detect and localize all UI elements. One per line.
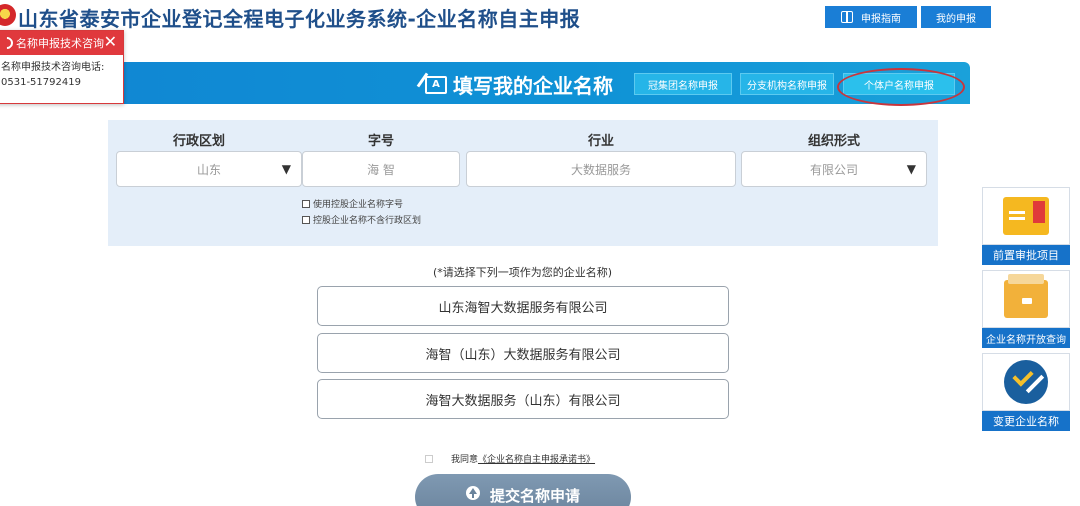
submit-label: 提交名称申请 (489, 488, 580, 505)
drawer-icon (1004, 274, 1048, 318)
name-select-hint: (*请选择下列一项作为您的企业名称) (432, 266, 613, 279)
side-item-label: 变更企业名称 (993, 415, 1059, 428)
trade-name-input[interactable]: 海 智 (302, 151, 460, 187)
dropdown-arrow-icon: ▼ (906, 162, 916, 176)
banner-title-text: 填写我的企业名称 (453, 74, 613, 98)
consult-popup-header: 名称申报技术咨询 ✕ (0, 31, 123, 55)
consult-popup-body: 名称申报技术咨询电话: 0531-51792419 (0, 55, 123, 90)
org-form-header: 组织形式 (807, 134, 860, 149)
trade-name-value: 海 智 (367, 162, 395, 177)
consult-line: 名称申报技术咨询电话: (1, 62, 105, 73)
industry-value: 大数据服务 (570, 162, 631, 177)
book-icon (841, 11, 853, 23)
banner-title: A 填写我的企业名称 (425, 70, 613, 99)
tab-branch-name[interactable]: 分支机构名称申报 (740, 73, 834, 95)
agreement-row: 我同意 《企业名称自主申报承诺书》 (425, 452, 595, 465)
signal-icon (0, 34, 16, 52)
banner: A 填写我的企业名称 冠集团名称申报 分支机构名称申报 个体户名称申报 (0, 62, 970, 106)
side-item-pre-approval[interactable]: 前置审批项目 (982, 187, 1070, 265)
agreement-link[interactable]: 《企业名称自主申报承诺书》 (478, 452, 595, 465)
use-parent-name-option[interactable]: 使用控股企业名称字号 (302, 197, 403, 210)
side-item-name-query[interactable]: 企业名称开放查询 (982, 270, 1070, 348)
name-option-2[interactable]: 海智（山东）大数据服务有限公司 (317, 333, 729, 373)
my-applications-button[interactable]: 我的申报 (921, 6, 991, 28)
region-select[interactable]: 山东 ▼ (116, 151, 302, 187)
exclude-region-label: 控股企业名称不含行政区划 (313, 216, 422, 226)
folder-icon (1003, 197, 1049, 235)
side-item-image (982, 187, 1070, 245)
header: 山东省泰安市企业登记全程电子化业务系统-企业名称自主申报 申报指南 我的申报 (0, 0, 1080, 32)
name-form-panel: 行政区划 字号 行业 组织形式 山东 ▼ 海 智 大数据服务 有限公司 ▼ 使用… (108, 120, 938, 246)
dropdown-arrow-icon: ▼ (281, 162, 291, 176)
use-parent-name-checkbox[interactable] (302, 199, 310, 208)
region-header: 行政区划 (172, 134, 225, 149)
org-form-value: 有限公司 (809, 162, 858, 177)
name-option-3[interactable]: 海智大数据服务（山东）有限公司 (317, 379, 729, 419)
trade-name-header: 字号 (367, 134, 394, 149)
exclude-region-checkbox[interactable] (302, 215, 310, 224)
side-item-change-name[interactable]: 变更企业名称 (982, 353, 1070, 431)
tab-group-name[interactable]: 冠集团名称申报 (634, 73, 732, 95)
agreement-checkbox[interactable] (425, 454, 433, 463)
name-option-1[interactable]: 山东海智大数据服务有限公司 (317, 286, 729, 326)
side-item-image (982, 353, 1070, 411)
pen-icon: A (425, 75, 447, 94)
consult-phone: 0531-51792419 (1, 77, 81, 88)
use-parent-name-label: 使用控股企业名称字号 (313, 200, 404, 210)
exclude-region-option[interactable]: 控股企业名称不含行政区划 (302, 213, 421, 226)
org-form-select[interactable]: 有限公司 ▼ (741, 151, 927, 187)
consult-popup: 名称申报技术咨询 ✕ 名称申报技术咨询电话: 0531-51792419 (0, 30, 124, 104)
side-item-label: 企业名称开放查询 (986, 334, 1066, 346)
guide-button-label: 申报指南 (861, 13, 901, 25)
app-title: 山东省泰安市企业登记全程电子化业务系统-企业名称自主申报 (18, 7, 581, 31)
close-icon[interactable]: ✕ (104, 33, 117, 51)
region-value: 山东 (196, 162, 221, 177)
consult-popup-title: 名称申报技术咨询 (16, 37, 104, 50)
tab-individual-name[interactable]: 个体户名称申报 (843, 73, 955, 95)
guide-button[interactable]: 申报指南 (825, 6, 917, 28)
industry-header: 行业 (587, 134, 614, 149)
side-item-label: 前置审批项目 (993, 249, 1059, 262)
check-pen-icon (1004, 360, 1048, 404)
upload-icon (465, 486, 480, 500)
submit-button[interactable]: 提交名称申请 (415, 474, 631, 506)
side-item-image (982, 270, 1070, 328)
industry-input[interactable]: 大数据服务 (466, 151, 736, 187)
emblem-icon (0, 4, 16, 26)
agreement-prefix: 我同意 (451, 455, 479, 465)
side-panel: 前置审批项目 企业名称开放查询 变更企业名称 (982, 187, 1080, 431)
